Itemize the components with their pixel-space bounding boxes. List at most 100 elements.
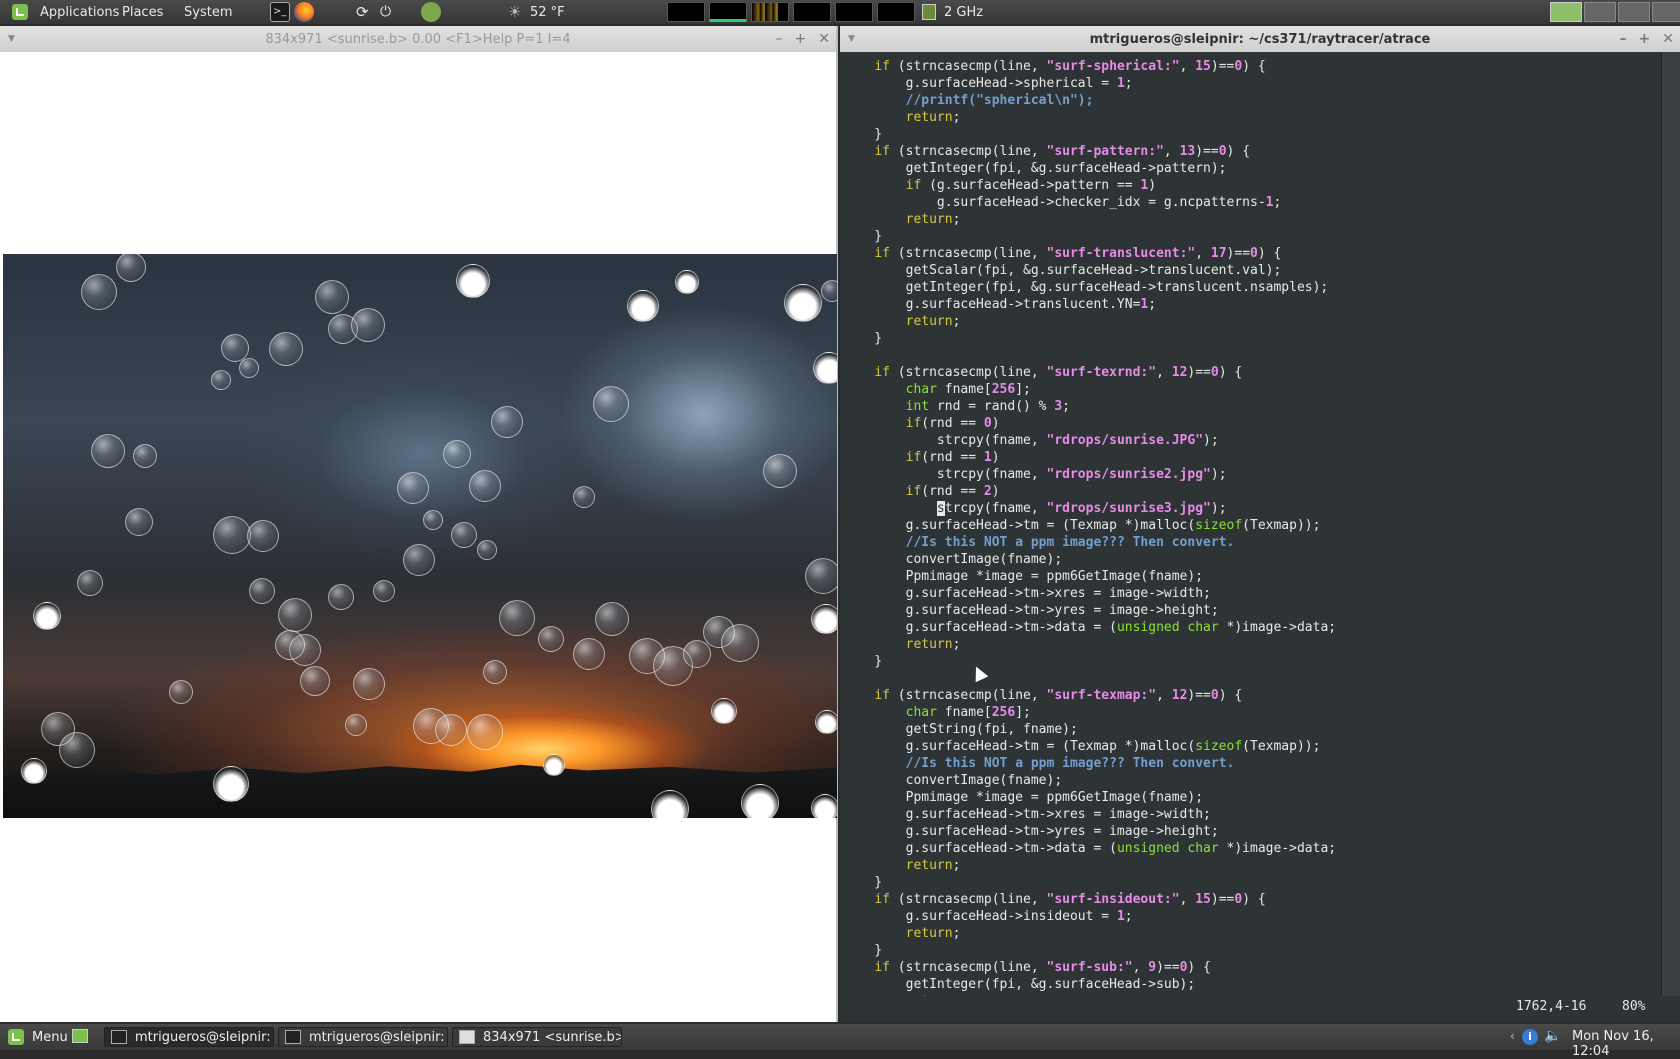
load-graph — [835, 2, 873, 22]
workspace-3[interactable] — [1618, 2, 1650, 22]
code-line: strcpy(fname, "rdrops/sunrise2.jpg"); — [843, 467, 1227, 482]
workspace-switcher[interactable] — [1550, 0, 1680, 24]
vim-status-bar: 1762,4-16 80% — [840, 996, 1662, 1020]
raindrop — [491, 406, 523, 438]
info-icon[interactable]: i — [1522, 1029, 1538, 1045]
code-line: } — [843, 654, 883, 669]
terminal-text-area[interactable]: if (strncasecmp(line, "surf-spherical:",… — [840, 52, 1662, 996]
raindrop — [278, 598, 312, 632]
top-panel: Applications Places System >_ ⟳ ⏻ ☀ 52 °… — [0, 0, 1680, 24]
raindrop — [593, 386, 629, 422]
raytraced-sunrise-image — [3, 254, 837, 818]
raindrop — [451, 522, 477, 548]
taskbar-item-terminal-1[interactable]: mtrigueros@sleipnir: ... — [104, 1027, 274, 1047]
code-line: g.surfaceHead->tm->xres = image->width; — [843, 586, 1211, 601]
raindrop — [213, 516, 251, 554]
menu-label: Menu — [32, 1029, 68, 1045]
code-line: //printf("spherical\n"); — [905, 93, 1094, 108]
code-line: if (strncasecmp(line, "surf-pattern:", 1… — [874, 144, 1251, 159]
taskbar-item-label: 834x971 <sunrise.b> ... — [483, 1029, 622, 1045]
applications-menu[interactable]: Applications — [40, 0, 119, 24]
update-manager[interactable] — [421, 0, 441, 24]
volume-icon[interactable]: 🔈 — [1544, 1028, 1561, 1044]
workspace-1[interactable] — [1550, 2, 1582, 22]
raindrop — [397, 472, 429, 504]
code-line: } — [843, 229, 883, 244]
tray-arrow-icon[interactable]: ‹ — [1510, 1029, 1515, 1043]
memory-graph — [709, 2, 747, 22]
weather-temperature[interactable]: 52 °F — [530, 0, 565, 24]
raindrop — [763, 454, 797, 488]
code-line: g.surfaceHead->insideout = 1; — [843, 909, 1133, 924]
raindrop — [595, 602, 629, 636]
code-line: return; — [905, 110, 961, 125]
taskbar-item-image-viewer[interactable]: 834x971 <sunrise.b> ... — [452, 1027, 622, 1047]
window-menu-icon[interactable]: ▼ — [848, 26, 855, 52]
raindrop — [21, 758, 47, 784]
workspace-4[interactable] — [1652, 2, 1680, 22]
image-viewer-titlebar[interactable]: ▼ 834x971 <sunrise.b> 0.00 <F1>Help P=1 … — [0, 26, 836, 52]
code-line: getInteger(fpi, &g.surfaceHead->pattern)… — [843, 161, 1227, 176]
code-line: g.surfaceHead->checker_idx = g.ncpattern… — [843, 195, 1282, 210]
code-line: if (strncasecmp(line, "surf-translucent:… — [874, 246, 1282, 261]
cpu-frequency[interactable]: 2 GHz — [944, 0, 983, 24]
raindrop — [683, 640, 711, 668]
menu-button[interactable]: Menu — [8, 1027, 68, 1047]
code-line: return; — [905, 926, 961, 941]
mint-menu-button[interactable] — [12, 0, 28, 24]
code-line: getInteger(fpi, &g.surfaceHead->sub); — [843, 977, 1196, 992]
raindrop — [821, 280, 837, 302]
maximize-icon[interactable]: + — [1639, 31, 1651, 47]
minimize-icon[interactable]: – — [1620, 31, 1627, 47]
raindrop — [543, 754, 565, 776]
power-icon[interactable]: ⏻ — [380, 0, 391, 24]
raindrop — [315, 280, 349, 314]
raindrop — [169, 680, 193, 704]
swap-graph — [793, 2, 831, 22]
code-line: g.surfaceHead->tm->yres = image->height; — [843, 603, 1219, 618]
hills-silhouette — [3, 764, 837, 818]
taskbar-item-terminal-2[interactable]: mtrigueros@sleipnir: ... — [278, 1027, 448, 1047]
close-icon[interactable]: ✕ — [1662, 31, 1674, 47]
places-menu[interactable]: Places — [122, 0, 163, 24]
raindrop — [353, 668, 385, 700]
workspace-2[interactable] — [1584, 2, 1616, 22]
mint-logo-icon — [12, 4, 28, 20]
code-line: //Is this NOT a ppm image??? Then conver… — [905, 756, 1235, 771]
code-line: if (strncasecmp(line, "surf-insideout:",… — [874, 892, 1266, 907]
close-icon[interactable]: ✕ — [818, 31, 830, 47]
maximize-icon[interactable]: + — [795, 31, 807, 47]
raindrop — [483, 660, 507, 684]
clock[interactable]: Mon Nov 16, 12:04 — [1572, 1029, 1680, 1059]
bottom-panel: Menu mtrigueros@sleipnir: ... mtrigueros… — [0, 1024, 1680, 1059]
raindrop — [784, 284, 822, 322]
window-menu-icon[interactable]: ▼ — [8, 26, 15, 52]
terminal-window[interactable]: ▼ mtrigueros@sleipnir: ~/cs371/raytracer… — [840, 26, 1680, 1022]
raindrop — [116, 254, 146, 282]
terminal-scrollbar[interactable] — [1661, 52, 1680, 996]
terminal-titlebar[interactable]: ▼ mtrigueros@sleipnir: ~/cs371/raytracer… — [840, 26, 1680, 52]
cpu-graph — [667, 2, 705, 22]
system-menu[interactable]: System — [184, 0, 232, 24]
code-line: g.surfaceHead->tm = (Texmap *)malloc(siz… — [843, 739, 1321, 754]
terminal-launcher[interactable]: >_ — [270, 0, 290, 24]
mint-logo-icon — [8, 1029, 24, 1045]
refresh-icon[interactable]: ⟳ — [356, 0, 369, 24]
minimize-icon[interactable]: – — [776, 31, 783, 47]
code-line: int rnd = rand() % 3; — [905, 399, 1070, 414]
raindrop — [239, 358, 259, 378]
firefox-launcher[interactable] — [294, 0, 314, 24]
image-viewer-window[interactable]: ▼ 834x971 <sunrise.b> 0.00 <F1>Help P=1 … — [0, 26, 838, 1022]
raindrop — [125, 508, 153, 536]
code-line: g.surfaceHead->tm->data = (unsigned char… — [843, 620, 1337, 635]
code-line: //Is this NOT a ppm image??? Then conver… — [905, 535, 1235, 550]
code-line: if(rnd == 1) — [905, 450, 1000, 465]
raindrop — [499, 600, 535, 636]
raindrop — [403, 544, 435, 576]
raindrop — [373, 580, 395, 602]
weather-icon: ☀ — [508, 3, 522, 21]
show-desktop-icon[interactable] — [72, 1029, 88, 1043]
code-line: g.surfaceHead->spherical = 1; — [843, 76, 1133, 91]
raindrop — [351, 308, 385, 342]
